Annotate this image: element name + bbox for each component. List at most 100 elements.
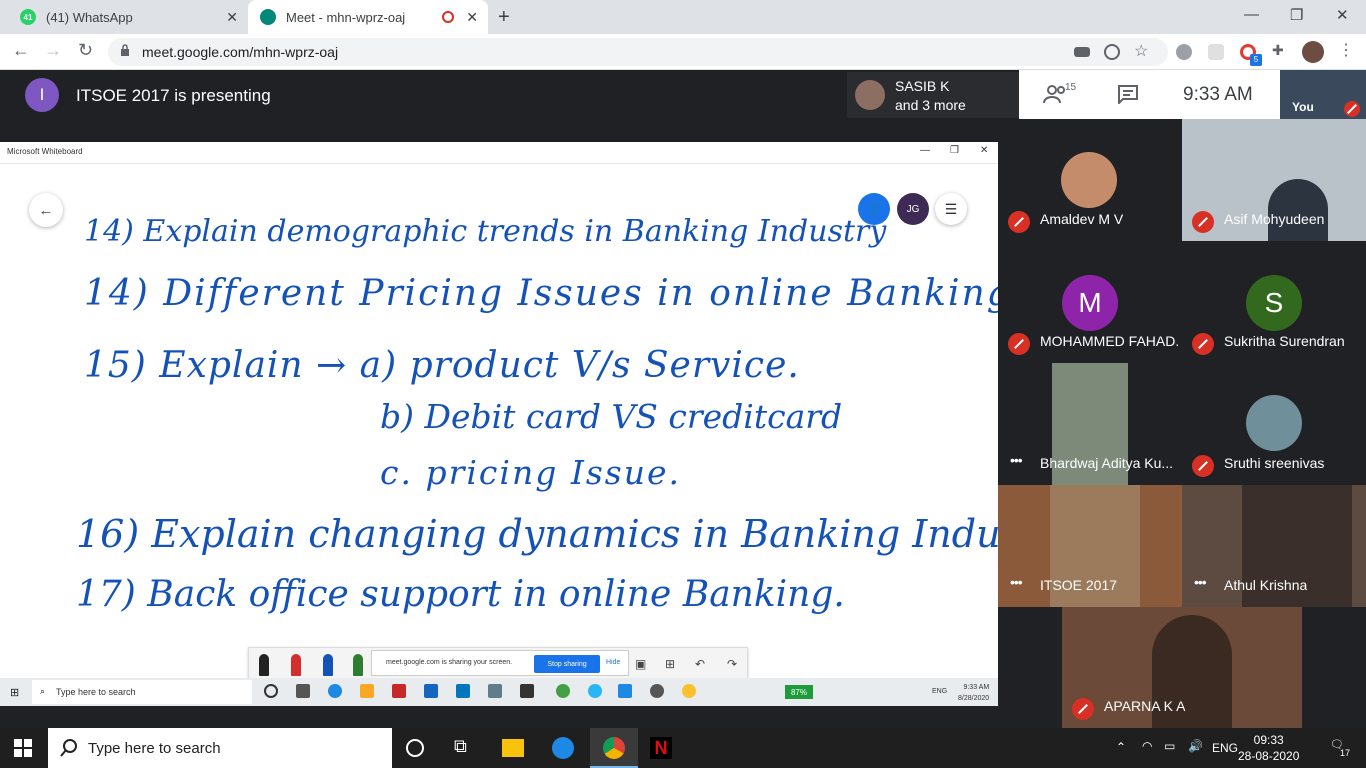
folder-icon — [360, 684, 374, 698]
participant-avatar: S — [1246, 275, 1302, 331]
participant-tile[interactable]: Sruthi sreenivas — [1182, 363, 1366, 485]
puzzle-icon[interactable]: ✚ — [1272, 42, 1288, 58]
show-hidden-icons[interactable]: ⌃ — [1116, 740, 1126, 754]
close-tab-icon[interactable]: ✕ — [466, 9, 478, 26]
black-pen-icon[interactable] — [259, 654, 269, 676]
search-icon — [60, 739, 77, 757]
participant-tile[interactable]: Amaldev M V — [998, 119, 1182, 241]
shared-clock: 9:33 AM 8/28/2020 — [958, 682, 989, 704]
windows-taskbar: Type here to search ⧉ N ⌃ ◠ ▭ 🔊 ENG 09:3… — [0, 728, 1366, 768]
profile-avatar[interactable] — [1302, 41, 1324, 63]
shared-taskbar: ⊞ ⌕ Type here to search 87% ENG 9:33 AM — [0, 678, 998, 706]
mic-off-icon — [1192, 211, 1214, 233]
share-status: meet.google.com is sharing your screen. — [386, 659, 513, 666]
chrome-icon — [682, 684, 696, 698]
hide-button[interactable]: Hide — [606, 659, 620, 666]
whiteboard-menu-button[interactable]: ☰ — [935, 193, 967, 225]
close-icon[interactable]: ✕ — [980, 145, 988, 156]
back-icon[interactable]: ← — [12, 40, 30, 61]
participant-tile[interactable]: M MOHAMMED FAHAD... — [998, 241, 1182, 363]
participant-photo — [1246, 395, 1302, 451]
red-pen-icon[interactable] — [291, 654, 301, 676]
people-count: 15 — [1065, 82, 1077, 93]
speaker-more: and 3 more — [895, 97, 966, 113]
menu-icon[interactable]: ⋮ — [1338, 40, 1354, 59]
file-explorer-icon[interactable] — [502, 739, 524, 757]
taskbar-search-text: Type here to search — [88, 740, 221, 757]
restore-icon[interactable]: ❐ — [1290, 6, 1303, 24]
chrome-icon — [603, 737, 625, 759]
presenting-label: ITSOE 2017 is presenting — [76, 86, 271, 105]
participant-tile[interactable]: APARNA K A — [1062, 607, 1302, 728]
edge-icon[interactable] — [552, 737, 574, 759]
add-icon[interactable]: ⊞ — [665, 657, 675, 671]
forward-icon[interactable]: → — [44, 40, 62, 61]
browser-tab-strip: 41 (41) WhatsApp ✕ Meet - mhn-wprz-oaj ✕… — [0, 0, 1366, 34]
meet-icon — [260, 9, 276, 25]
arrow-left-icon: ← — [38, 201, 54, 219]
camera-icon[interactable] — [1074, 47, 1090, 57]
active-speakers[interactable]: SASIB K and 3 more — [847, 72, 1019, 118]
task-view-icon[interactable]: ⧉ — [454, 736, 476, 758]
shared-search-box: ⌕ Type here to search — [32, 680, 252, 704]
green-pen-icon[interactable] — [353, 654, 363, 676]
participant-tile[interactable]: ••• Bhardwaj Aditya Ku... — [998, 363, 1182, 485]
participant-name: Sukritha Surendran — [1224, 333, 1345, 349]
undo-icon[interactable]: ↶ — [695, 657, 705, 671]
mic-off-icon — [1192, 455, 1214, 477]
tab-meet[interactable]: Meet - mhn-wprz-oaj ✕ — [248, 0, 488, 34]
address-bar[interactable]: meet.google.com/mhn-wprz-oaj ☆ — [108, 38, 1168, 66]
mail-icon — [424, 684, 438, 698]
participant-name: Sruthi sreenivas — [1224, 455, 1325, 471]
blue-pen-icon[interactable] — [323, 654, 333, 676]
netflix-icon[interactable]: N — [650, 737, 672, 759]
battery-icon[interactable]: ▭ — [1164, 739, 1175, 753]
extension-icon[interactable] — [1176, 44, 1192, 60]
close-window-icon[interactable]: ✕ — [1336, 6, 1349, 24]
participant-name: ITSOE 2017 — [1040, 577, 1118, 593]
language-indicator[interactable]: ENG — [1212, 741, 1238, 755]
volume-icon[interactable]: 🔊 — [1188, 739, 1203, 753]
pen-tray: meet.google.com is sharing your screen. … — [248, 647, 748, 679]
participant-tile[interactable]: Asif Mohyudeen — [1182, 119, 1366, 241]
presenter-avatar: I — [25, 78, 59, 112]
image-icon[interactable]: ▣ — [635, 657, 646, 671]
taskbar-search[interactable]: Type here to search — [48, 728, 392, 768]
star-icon[interactable]: ☆ — [1134, 41, 1148, 60]
stop-sharing-button[interactable]: Stop sharing — [534, 655, 600, 673]
mic-off-icon — [1192, 333, 1214, 355]
close-tab-icon[interactable]: ✕ — [226, 9, 238, 26]
eye-off-icon[interactable] — [1104, 44, 1120, 60]
participant-grid: Amaldev M V Asif Mohyudeen M MOHAMMED FA… — [998, 119, 1366, 728]
speaker-name: SASIB K — [895, 78, 950, 94]
screen: 41 (41) WhatsApp ✕ Meet - mhn-wprz-oaj ✕… — [0, 0, 1366, 768]
chat-icon[interactable] — [1117, 84, 1139, 104]
new-tab-button[interactable]: + — [498, 6, 510, 29]
tab-whatsapp[interactable]: 41 (41) WhatsApp ✕ — [8, 0, 248, 34]
reload-icon[interactable]: ↻ — [78, 40, 93, 61]
participant-tile[interactable]: S Sukritha Surendran — [1182, 241, 1366, 363]
windows-start-icon[interactable] — [14, 739, 32, 757]
back-button[interactable]: ← — [29, 193, 63, 227]
tab-title: Meet - mhn-wprz-oaj — [286, 9, 406, 25]
redo-icon[interactable]: ↷ — [727, 657, 737, 671]
user-initials[interactable]: JG — [897, 193, 929, 225]
whiteboard-title: Microsoft Whiteboard — [7, 147, 83, 156]
restore-icon[interactable]: ❐ — [950, 145, 959, 156]
participant-tile[interactable]: ••• ITSOE 2017 — [998, 485, 1182, 607]
telegram-icon — [588, 684, 602, 698]
self-view-tile[interactable]: You — [1280, 70, 1366, 119]
meet-clock: 9:33 AM — [1183, 84, 1253, 105]
minimize-icon[interactable]: — — [920, 145, 930, 156]
system-clock[interactable]: 09:33 28-08-2020 — [1238, 732, 1299, 764]
minimize-icon[interactable]: — — [1244, 6, 1259, 23]
language-indicator: ENG — [932, 688, 948, 695]
whiteboard-app-icon — [618, 684, 632, 698]
cortana-icon[interactable] — [406, 739, 424, 757]
chrome-taskbar-button[interactable] — [590, 728, 638, 768]
app-icon — [456, 684, 470, 698]
extension-icon[interactable] — [1208, 44, 1224, 60]
wifi-icon[interactable]: ◠ — [1142, 739, 1152, 753]
self-label: You — [1292, 100, 1314, 114]
participant-tile[interactable]: ••• Athul Krishna — [1182, 485, 1366, 607]
